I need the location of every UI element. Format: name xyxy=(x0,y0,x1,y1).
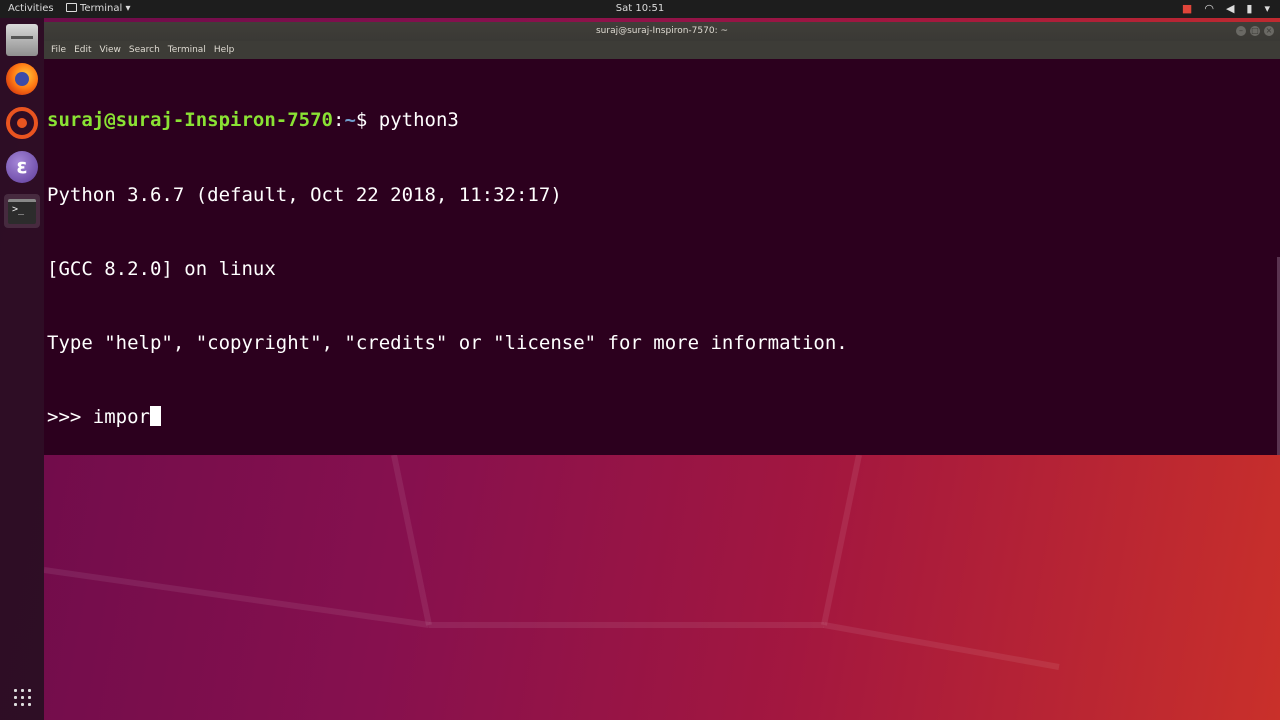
shell-command: python3 xyxy=(378,109,459,132)
shell-prompt-line: suraj@suraj-Inspiron-7570:~$ python3 xyxy=(47,108,1270,133)
repl-input-line[interactable]: >>> impor xyxy=(47,405,1270,430)
dock xyxy=(0,18,44,720)
window-controls: – □ × xyxy=(1236,26,1274,36)
software-center-icon[interactable] xyxy=(6,107,38,139)
repl-input[interactable]: impor xyxy=(93,406,150,428)
terminal-output[interactable]: suraj@suraj-Inspiron-7570:~$ python3 Pyt… xyxy=(47,59,1270,455)
terminal-icon[interactable] xyxy=(8,199,36,224)
menu-view[interactable]: View xyxy=(100,41,121,59)
clock[interactable]: Sat 10:51 xyxy=(0,3,1280,14)
prompt-separator: : xyxy=(332,109,345,132)
wifi-icon[interactable]: ◠ xyxy=(1204,2,1214,16)
show-apps-icon[interactable] xyxy=(12,687,32,707)
close-icon[interactable]: × xyxy=(1264,26,1274,36)
menu-search[interactable]: Search xyxy=(129,41,160,59)
top-bar: Activities Terminal ▾ Sat 10:51 ■ ◠ ◀ ▮ … xyxy=(0,0,1280,18)
output-line: Type "help", "copyright", "credits" or "… xyxy=(47,331,848,354)
camera-icon[interactable]: ■ xyxy=(1182,2,1192,16)
menu-bar: File Edit View Search Terminal Help xyxy=(44,41,1280,59)
volume-icon[interactable]: ◀ xyxy=(1226,2,1234,16)
menu-edit[interactable]: Edit xyxy=(74,41,91,59)
repl-prompt: >>> xyxy=(47,405,93,428)
wallpaper-decoration xyxy=(44,455,1060,670)
window-titlebar[interactable]: suraj@suraj-Inspiron-7570: ~ – □ × xyxy=(44,22,1280,41)
power-menu-icon[interactable]: ▾ xyxy=(1264,2,1270,16)
emacs-icon[interactable] xyxy=(6,151,38,183)
output-line: Python 3.6.7 (default, Oct 22 2018, 11:3… xyxy=(47,183,562,206)
menu-file[interactable]: File xyxy=(51,41,66,59)
menu-help[interactable]: Help xyxy=(214,41,235,59)
prompt-path: ~ xyxy=(344,109,356,132)
prompt-user: suraj@suraj-Inspiron-7570 xyxy=(47,109,333,132)
files-icon[interactable] xyxy=(6,24,38,56)
dock-terminal-active[interactable] xyxy=(4,194,40,228)
minimize-icon[interactable]: – xyxy=(1236,26,1246,36)
terminal-window[interactable]: suraj@suraj-Inspiron-7570: ~ – □ × File … xyxy=(44,22,1280,455)
prompt-dollar: $ xyxy=(355,109,379,132)
battery-icon[interactable]: ▮ xyxy=(1246,2,1252,16)
menu-terminal[interactable]: Terminal xyxy=(168,41,206,59)
system-indicators[interactable]: ■ ◠ ◀ ▮ ▾ xyxy=(1182,2,1270,16)
maximize-icon[interactable]: □ xyxy=(1250,26,1260,36)
firefox-icon[interactable] xyxy=(6,63,38,95)
output-line: [GCC 8.2.0] on linux xyxy=(47,257,276,280)
window-title: suraj@suraj-Inspiron-7570: ~ xyxy=(595,26,729,36)
text-cursor xyxy=(149,405,161,426)
